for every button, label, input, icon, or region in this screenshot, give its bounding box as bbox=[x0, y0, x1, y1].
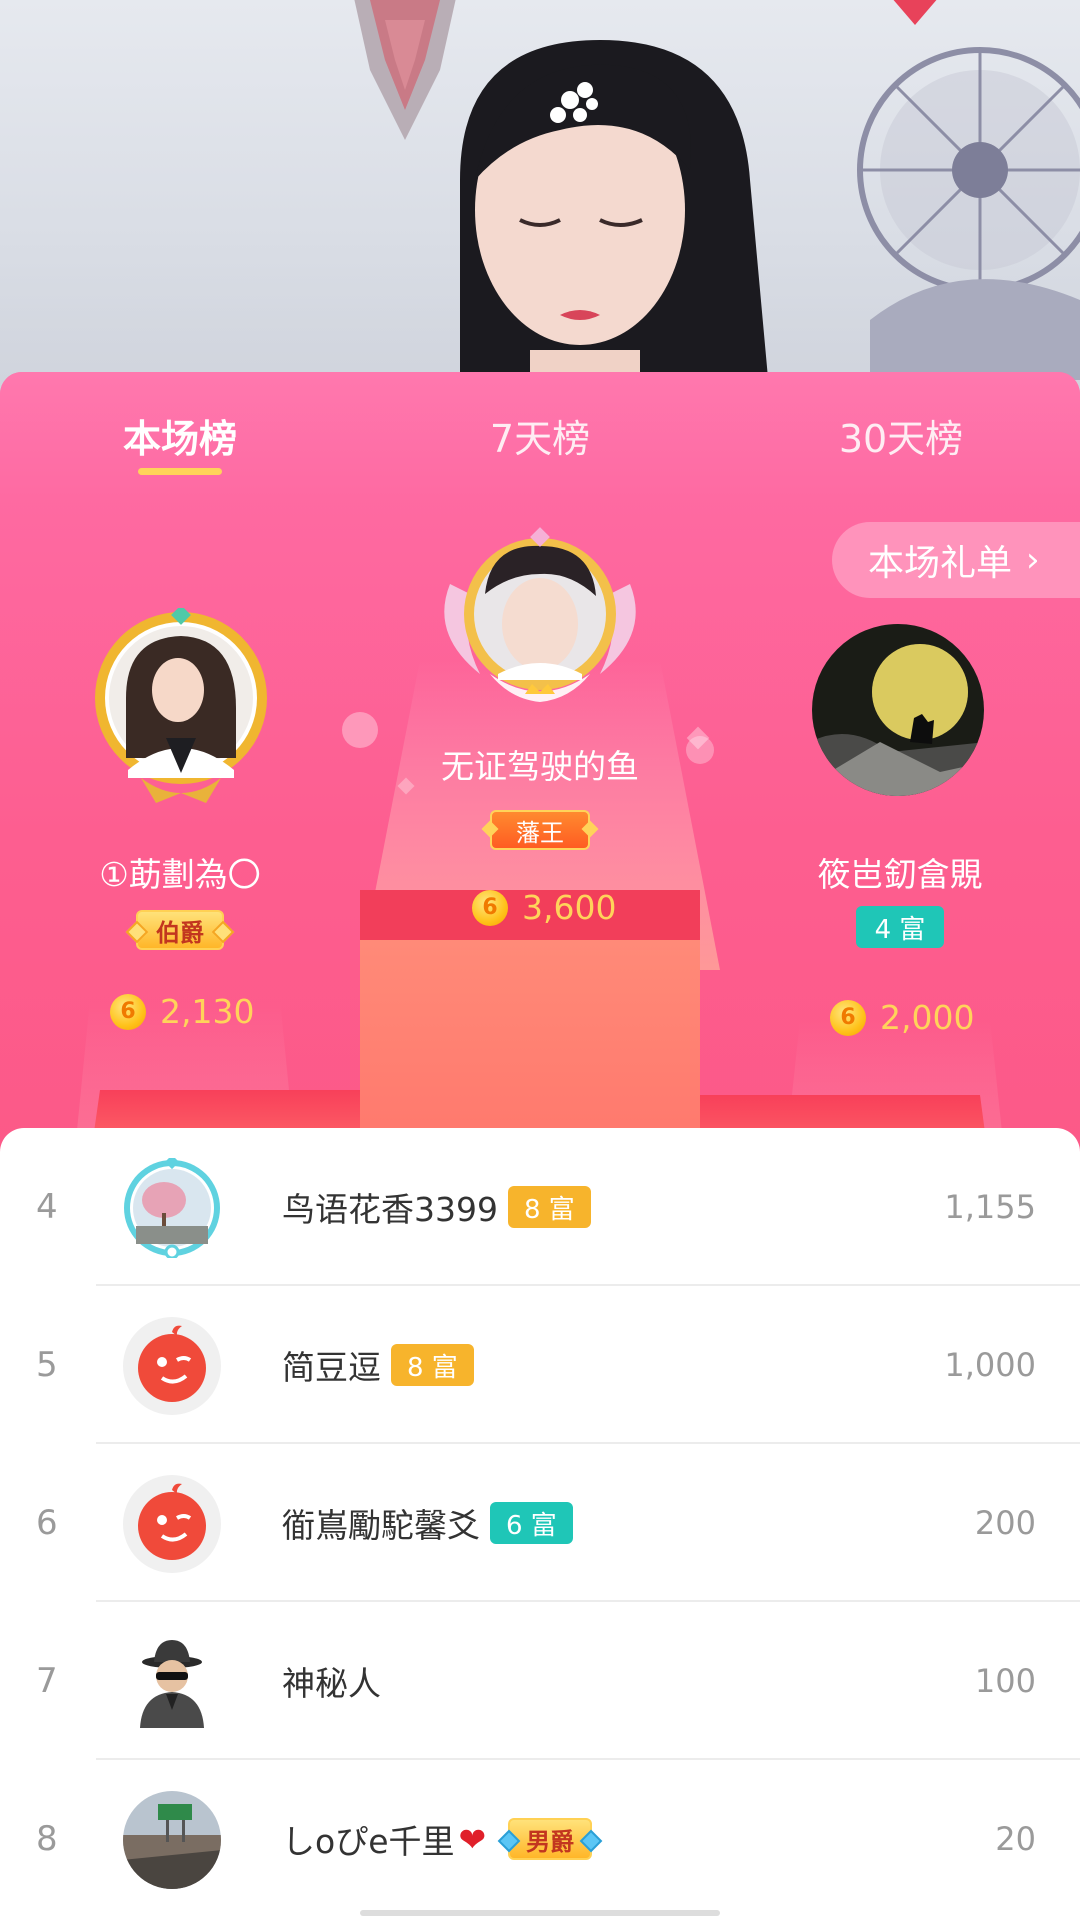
user-name-text: 简豆逗 bbox=[282, 1348, 381, 1387]
avatar[interactable] bbox=[122, 1474, 222, 1574]
active-tab-indicator bbox=[138, 468, 222, 475]
first-place-noble-badge: 藩王 bbox=[490, 810, 590, 850]
gift-list-label: 本场礼单 bbox=[868, 543, 1013, 584]
streamer-figure bbox=[460, 40, 770, 400]
heart-icon: ❤ bbox=[458, 1819, 487, 1859]
user-name-text: 神秘人 bbox=[282, 1664, 381, 1703]
first-place-name: 无证驾驶的鱼 bbox=[441, 747, 639, 786]
home-indicator[interactable] bbox=[360, 1910, 720, 1916]
second-place-score: 6 2,130 bbox=[110, 992, 254, 1031]
rank-number: 5 bbox=[36, 1345, 58, 1385]
list-item[interactable]: 4 鸟语花香3399 8 富 1,155 bbox=[0, 1128, 1080, 1286]
contribution-score: 20 bbox=[995, 1820, 1036, 1858]
user-name-text: 鸟语花香3399 bbox=[282, 1190, 498, 1229]
tab-current-session[interactable]: 本场榜 bbox=[118, 408, 242, 463]
contribution-score: 200 bbox=[974, 1504, 1036, 1542]
list-item[interactable]: 7 神秘人 100 bbox=[0, 1602, 1080, 1760]
coin-icon: 6 bbox=[110, 993, 146, 1030]
third-place-name: 筱岜釖畣覞 bbox=[817, 855, 983, 894]
live-video-background bbox=[0, 0, 1080, 400]
third-place-score-value: 2,000 bbox=[880, 998, 975, 1037]
second-place-name: ①莇劃為〇 bbox=[99, 855, 261, 894]
ranking-list: 4 鸟语花香3399 8 富 1,155 5 简豆逗 8 富 1,000 6 衜… bbox=[0, 1128, 1080, 1920]
avatar[interactable] bbox=[122, 1158, 222, 1258]
ranking-tabs: 本场榜 7天榜 30天榜 bbox=[0, 372, 1080, 500]
user-name-text: 衜嶌勵駝馨爻 bbox=[282, 1506, 480, 1545]
first-place-score: 6 3,600 bbox=[472, 888, 616, 927]
user-name: 衜嶌勵駝馨爻 6 富 bbox=[282, 1444, 573, 1602]
noble-badge: 男爵 bbox=[508, 1818, 593, 1860]
first-place-score-value: 3,600 bbox=[522, 888, 617, 927]
contribution-score: 1,000 bbox=[944, 1346, 1036, 1384]
gift-list-button[interactable]: 本场礼单 › bbox=[832, 522, 1080, 598]
avatar[interactable] bbox=[122, 1790, 222, 1890]
rich-level-badge: 8 富 bbox=[391, 1344, 474, 1386]
user-name: 神秘人 bbox=[282, 1602, 381, 1760]
mystery-person-avatar[interactable] bbox=[122, 1632, 222, 1732]
first-place-avatar[interactable] bbox=[420, 524, 660, 724]
list-item[interactable]: 8 しoぴe千里 ❤ 男爵 20 bbox=[0, 1760, 1080, 1918]
coin-icon: 6 bbox=[472, 889, 508, 926]
rank-number: 4 bbox=[36, 1187, 58, 1227]
third-place-score: 6 2,000 bbox=[830, 998, 974, 1037]
rich-level-badge: 6 富 bbox=[490, 1502, 573, 1544]
user-name-text: しoぴe千里 bbox=[282, 1822, 455, 1861]
fan-decoration bbox=[857, 47, 1080, 380]
rank-number: 6 bbox=[36, 1503, 58, 1543]
tab-7-days[interactable]: 7天榜 bbox=[478, 408, 602, 463]
list-item[interactable]: 5 简豆逗 8 富 1,000 bbox=[0, 1286, 1080, 1444]
avatar[interactable] bbox=[122, 1316, 222, 1416]
rank-number: 8 bbox=[36, 1819, 58, 1859]
third-place-avatar[interactable] bbox=[810, 622, 986, 798]
second-place-avatar[interactable] bbox=[86, 608, 276, 808]
tab-30-days[interactable]: 30天榜 bbox=[826, 408, 976, 463]
third-place-rich-badge: 4 富 bbox=[856, 906, 944, 948]
rank-number: 7 bbox=[36, 1661, 58, 1701]
contribution-score: 100 bbox=[974, 1662, 1036, 1700]
rich-level-badge: 8 富 bbox=[507, 1186, 591, 1228]
user-name: 鸟语花香3399 8 富 bbox=[282, 1128, 591, 1286]
coin-icon: 6 bbox=[830, 999, 866, 1036]
chevron-right-icon: › bbox=[1026, 540, 1040, 580]
second-place-score-value: 2,130 bbox=[160, 992, 255, 1031]
user-name: 简豆逗 8 富 bbox=[282, 1286, 474, 1444]
second-place-noble-badge: 伯爵 bbox=[136, 910, 224, 950]
contribution-score: 1,155 bbox=[944, 1188, 1036, 1226]
user-name: しoぴe千里 ❤ 男爵 bbox=[282, 1760, 593, 1918]
list-item[interactable]: 6 衜嶌勵駝馨爻 6 富 200 bbox=[0, 1444, 1080, 1602]
